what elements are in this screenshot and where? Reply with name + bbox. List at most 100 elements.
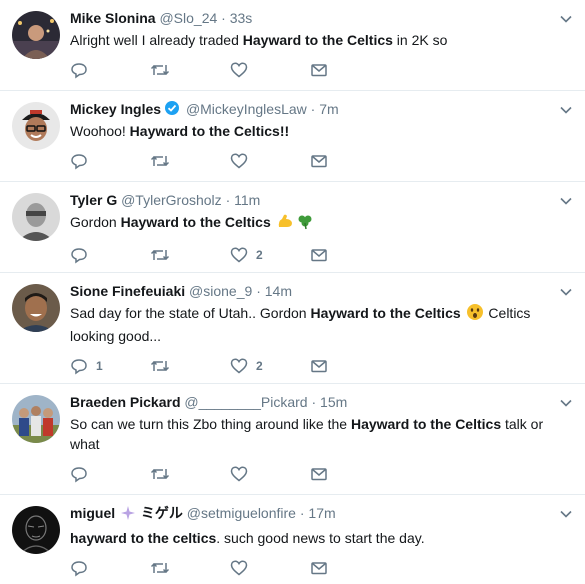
envelope-icon <box>310 465 328 483</box>
user-handle[interactable]: @setmiguelonfire <box>187 505 296 521</box>
retweet-button[interactable] <box>150 152 230 170</box>
separator: · <box>311 394 317 410</box>
retweet-icon <box>150 357 170 375</box>
envelope-icon <box>310 357 328 375</box>
heart-icon <box>230 61 248 79</box>
reply-button[interactable] <box>70 246 150 264</box>
chevron-down-icon[interactable] <box>559 507 573 521</box>
tweet-actions: 2 <box>70 239 573 271</box>
retweet-button[interactable] <box>150 465 230 483</box>
tweet[interactable]: Tyler G @TylerGrosholz · 11m Gordon Hayw… <box>0 182 585 273</box>
reply-button[interactable]: 1 <box>70 357 150 375</box>
chevron-down-icon[interactable] <box>559 12 573 26</box>
heart-icon <box>230 465 248 483</box>
chevron-down-icon[interactable] <box>559 103 573 117</box>
verified-badge-icon <box>164 100 180 116</box>
tweet-actions <box>70 54 573 86</box>
avatar[interactable] <box>12 506 60 554</box>
reply-icon <box>70 465 88 483</box>
reply-icon <box>70 357 88 375</box>
direct-message-button[interactable] <box>310 559 390 577</box>
display-name[interactable]: Mike Slonina <box>70 10 156 26</box>
like-button[interactable] <box>230 559 310 577</box>
timestamp[interactable]: 15m <box>320 394 347 410</box>
user-handle[interactable]: @Slo_24 <box>159 10 217 26</box>
retweet-icon <box>150 559 170 577</box>
separator: · <box>221 10 226 26</box>
user-handle[interactable]: @TylerGrosholz <box>121 192 222 208</box>
retweet-icon <box>150 61 170 79</box>
tweet[interactable]: Braeden Pickard @________Pickard · 15m S… <box>0 384 585 495</box>
direct-message-button[interactable] <box>310 357 390 375</box>
like-count: 2 <box>256 359 263 373</box>
avatar[interactable] <box>12 102 60 150</box>
tweet-text: Gordon Hayward to the Celtics <box>70 212 573 235</box>
reply-button[interactable] <box>70 61 150 79</box>
tweet-text: So can we turn this Zbo thing around lik… <box>70 416 544 452</box>
display-name[interactable]: Mickey Ingles <box>70 101 161 117</box>
search-highlight: Hayward to the Celtics <box>120 214 271 230</box>
direct-message-button[interactable] <box>310 61 390 79</box>
avatar[interactable] <box>12 193 60 241</box>
retweet-icon <box>150 152 170 170</box>
reply-button[interactable] <box>70 465 150 483</box>
user-handle[interactable]: @MickeyInglesLaw <box>186 101 307 117</box>
like-button[interactable] <box>230 61 310 79</box>
direct-message-button[interactable] <box>310 465 390 483</box>
direct-message-button[interactable] <box>310 152 390 170</box>
tweet[interactable]: Sione Finefeuiaki @sione_9 · 14m Sad day… <box>0 273 585 384</box>
chevron-down-icon[interactable] <box>559 285 573 299</box>
retweet-button[interactable] <box>150 246 230 264</box>
user-handle[interactable]: @________Pickard <box>184 394 307 410</box>
astonished-face-emoji <box>466 303 484 326</box>
timestamp[interactable]: 7m <box>319 101 338 117</box>
separator: · <box>310 101 316 117</box>
tweet[interactable]: miguel ミゲル @setmiguelonfire · 17m haywar… <box>0 495 585 581</box>
envelope-icon <box>310 152 328 170</box>
tweet-actions <box>70 458 573 490</box>
like-count: 2 <box>256 248 263 262</box>
timestamp[interactable]: 17m <box>308 505 335 521</box>
display-name-suffix[interactable]: ミゲル <box>137 505 183 521</box>
retweet-button[interactable] <box>150 357 230 375</box>
tweet[interactable]: Mike Slonina @Slo_24 · 33s Alright well … <box>0 0 585 91</box>
retweet-button[interactable] <box>150 559 230 577</box>
search-highlight: Hayward to the Celtics <box>242 32 393 48</box>
avatar[interactable] <box>12 395 60 443</box>
search-highlight: hayward to the celtics <box>70 530 217 546</box>
retweet-button[interactable] <box>150 61 230 79</box>
tweet-header: Tyler G @TylerGrosholz · 11m <box>70 190 573 210</box>
heart-icon <box>230 152 248 170</box>
tweet-text: Sad day for the state of Utah.. Gordon H… <box>70 303 531 344</box>
like-button[interactable] <box>230 465 310 483</box>
avatar[interactable] <box>12 11 60 59</box>
tweet-actions: 1 2 <box>70 350 573 382</box>
timestamp[interactable]: 11m <box>234 192 260 208</box>
display-name[interactable]: Braeden Pickard <box>70 394 181 410</box>
like-button[interactable]: 2 <box>230 246 310 264</box>
timestamp[interactable]: 14m <box>265 283 292 299</box>
tweet-header: Mike Slonina @Slo_24 · 33s <box>70 8 573 28</box>
tweet-text: Woohoo! Hayward to the Celtics!! <box>70 123 290 139</box>
avatar[interactable] <box>12 284 60 332</box>
display-name[interactable]: Sione Finefeuiaki <box>70 283 185 299</box>
envelope-icon <box>310 61 328 79</box>
tweet-text: hayward to the celtics. such good news t… <box>70 530 425 546</box>
chevron-down-icon[interactable] <box>559 194 573 208</box>
tweet[interactable]: Mickey Ingles @MickeyInglesLaw · 7m Wooh… <box>0 91 585 182</box>
reply-button[interactable] <box>70 559 150 577</box>
display-name[interactable]: miguel <box>70 505 115 521</box>
reply-icon <box>70 61 88 79</box>
user-handle[interactable]: @sione_9 <box>189 283 252 299</box>
timestamp[interactable]: 33s <box>230 10 253 26</box>
like-button[interactable]: 2 <box>230 357 310 375</box>
reply-button[interactable] <box>70 152 150 170</box>
tweet-header: Braeden Pickard @________Pickard · 15m <box>70 392 573 412</box>
display-name[interactable]: Tyler G <box>70 192 117 208</box>
shamrock-emoji <box>296 212 314 235</box>
like-button[interactable] <box>230 152 310 170</box>
chevron-down-icon[interactable] <box>559 396 573 410</box>
tweet-actions <box>70 145 573 177</box>
direct-message-button[interactable] <box>310 246 390 264</box>
reply-icon <box>70 152 88 170</box>
